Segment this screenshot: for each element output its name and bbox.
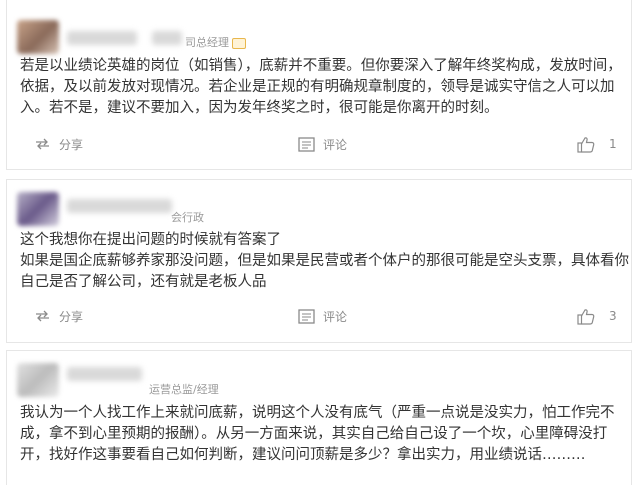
like-count: 3 (609, 309, 617, 323)
badge-icon (232, 37, 246, 49)
author-name[interactable] (67, 367, 142, 381)
author-title-row: 司总经理 (185, 34, 246, 50)
comment-actions: 分享 评论 3 (7, 304, 633, 328)
author-title: 运营总监/经理 (149, 383, 219, 396)
author-title-row: 会行政 (171, 209, 204, 225)
comment-button[interactable]: 评论 (298, 304, 347, 328)
share-label: 分享 (59, 137, 84, 152)
like-button[interactable]: 3 (577, 304, 617, 328)
share-button[interactable]: 分享 (34, 304, 83, 328)
author-name-blur (152, 31, 182, 45)
share-button[interactable]: 分享 (34, 132, 83, 156)
author-title: 会行政 (171, 211, 204, 224)
avatar[interactable] (17, 192, 59, 226)
avatar[interactable] (17, 363, 59, 397)
share-arrows-icon (36, 310, 49, 322)
comment-box-icon (298, 136, 315, 152)
avatar[interactable] (17, 20, 59, 54)
comment-card: 运营总监/经理 我认为一个人找工作上来就问底薪，说明这个人没有底气（严重一点说是… (6, 350, 632, 485)
comment-line: 这个我想你在提出问题的时候就有答案了 如果是国企底薪够养家那没问题，但是如果是民… (20, 232, 629, 290)
comment-text: 若是以业绩论英雄的岗位（如销售），底薪并不重要。但你要深入了解年终奖构成，发放时… (20, 58, 622, 116)
comment-card: 司总经理 若是以业绩论英雄的岗位（如销售），底薪并不重要。但你要深入了解年终奖构… (6, 0, 632, 170)
comment-text: 这个我想你在提出问题的时候就有答案了 如果是国企底薪够养家那没问题，但是如果是民… (20, 230, 630, 293)
author-name[interactable] (67, 31, 137, 45)
comment-box-icon (298, 308, 315, 324)
like-count: 1 (609, 137, 617, 151)
comment-label: 评论 (323, 309, 348, 324)
thumbs-up-icon (577, 136, 595, 153)
like-button[interactable]: 1 (577, 132, 617, 156)
thumbs-up-icon (577, 308, 595, 325)
author-title: 司总经理 (185, 36, 229, 49)
comment-button[interactable]: 评论 (298, 132, 347, 156)
share-arrows-icon (36, 138, 49, 150)
share-label: 分享 (59, 309, 84, 324)
comment-label: 评论 (323, 137, 348, 152)
author-title-row: 运营总监/经理 (149, 381, 219, 397)
author-name[interactable] (67, 199, 172, 213)
comment-card: 会行政 这个我想你在提出问题的时候就有答案了 如果是国企底薪够养家那没问题，但是… (6, 179, 632, 343)
comment-actions: 分享 评论 1 (7, 132, 633, 156)
comment-text: 我认为一个人找工作上来就问底薪，说明这个人没有底气（严重一点说是没实力，怕工作完… (20, 405, 615, 463)
